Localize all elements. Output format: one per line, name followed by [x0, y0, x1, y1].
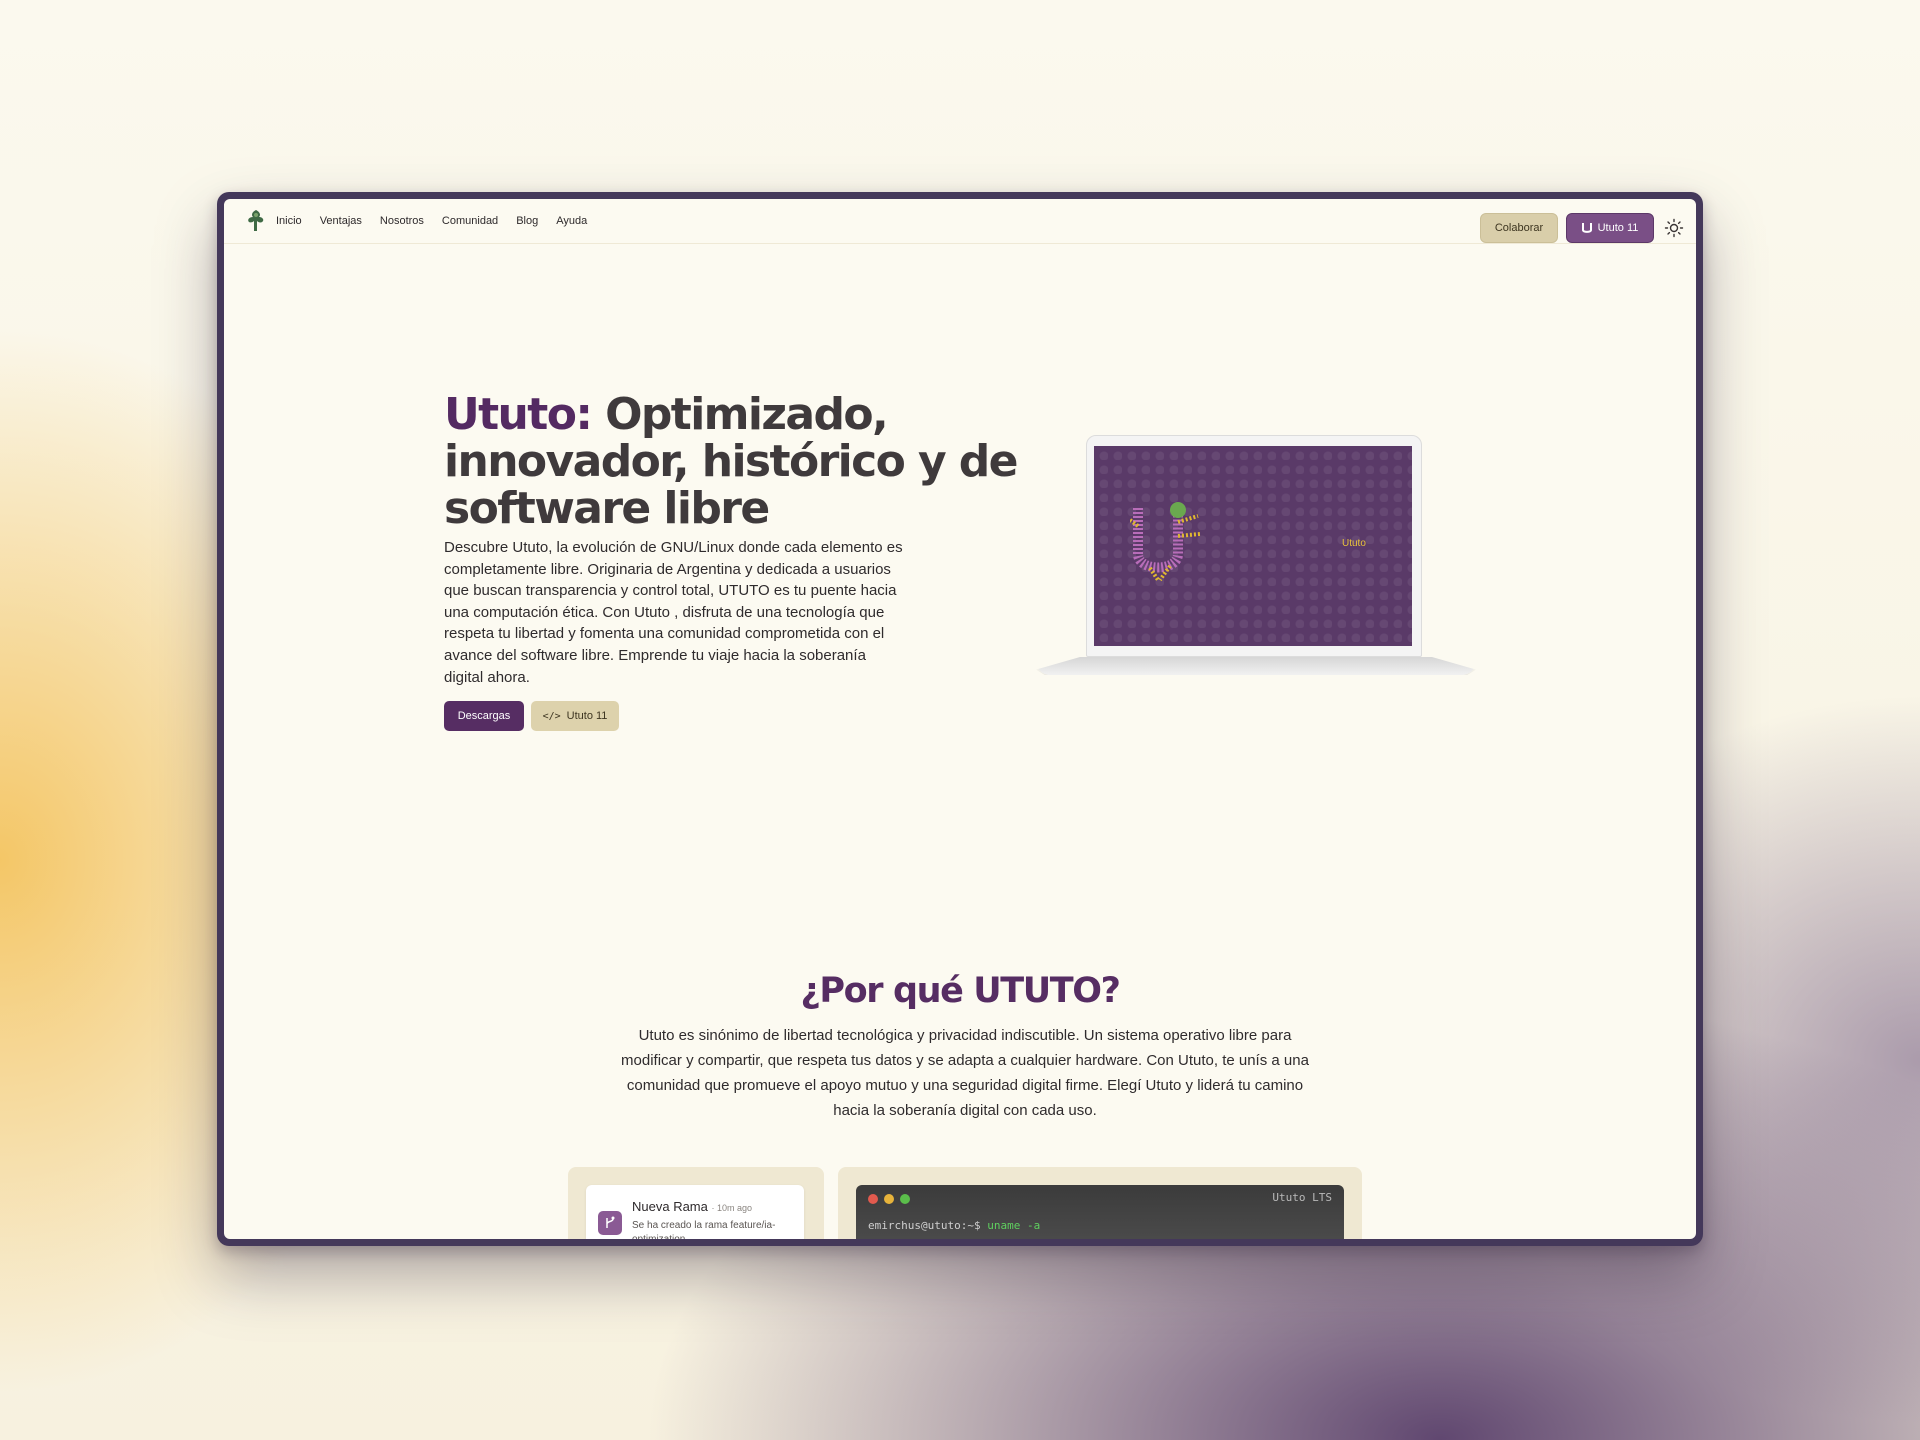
- hero-description: Descubre Ututo, la evolución de GNU/Linu…: [444, 539, 903, 686]
- notification-text: Se ha creado la rama feature/ia-optimiza…: [632, 1220, 776, 1239]
- screen-label: Ututo: [1342, 538, 1366, 549]
- nav-link-ventajas[interactable]: Ventajas: [320, 215, 362, 227]
- section-title: ¿Por qué UTUTO?: [800, 971, 1121, 1011]
- terminal-window[interactable]: Ututo LTS emirchus@ututo:~$ uname -a: [856, 1185, 1344, 1239]
- nav-link-nosotros[interactable]: Nosotros: [380, 215, 424, 227]
- ututo-logo-icon[interactable]: [242, 207, 270, 235]
- nav-link-comunidad[interactable]: Comunidad: [442, 215, 498, 227]
- ututo-gecko-logo-icon: [1130, 502, 1201, 582]
- descargas-button[interactable]: Descargas: [444, 701, 524, 731]
- laptop-display: Ututo: [1094, 446, 1412, 646]
- navbar: Inicio Ventajas Nosotros Comunidad Blog …: [224, 199, 1696, 244]
- code-icon: </>: [542, 710, 561, 722]
- laptop-base: [1036, 657, 1476, 675]
- terminal-maximize-dot[interactable]: [900, 1194, 910, 1204]
- nav-links: Inicio Ventajas Nosotros Comunidad Blog …: [276, 199, 587, 243]
- laptop-illustration: Ututo: [1036, 435, 1476, 695]
- terminal-line: emirchus@ututo:~$ uname -a: [868, 1219, 1040, 1232]
- browser-frame: Inicio Ventajas Nosotros Comunidad Blog …: [217, 192, 1703, 1246]
- terminal-command: uname -a: [987, 1219, 1041, 1232]
- section-description: Ututo es sinónimo de libertad tecnológic…: [621, 1027, 1309, 1119]
- terminal-card: Ututo LTS emirchus@ututo:~$ uname -a: [838, 1167, 1362, 1239]
- notification-title: Nueva Rama · 10m ago: [632, 1199, 752, 1214]
- hero-title-accent: Ututo:: [444, 389, 593, 440]
- page-viewport[interactable]: Inicio Ventajas Nosotros Comunidad Blog …: [224, 199, 1696, 1239]
- ututo-u-icon: [1581, 223, 1592, 233]
- terminal-close-dot[interactable]: [868, 1194, 878, 1204]
- branch-glyph-icon: [606, 1216, 615, 1228]
- nav-link-blog[interactable]: Blog: [516, 215, 538, 227]
- colaborar-button[interactable]: Colaborar: [1480, 213, 1558, 243]
- hero-title: Ututo: Optimizado, innovador, histórico …: [444, 391, 1024, 532]
- terminal-minimize-dot[interactable]: [884, 1194, 894, 1204]
- sun-icon[interactable]: [1664, 218, 1684, 238]
- notification-card: Nueva Rama · 10m ago Se ha creado la ram…: [568, 1167, 824, 1239]
- notification-title-text: Nueva Rama: [632, 1199, 708, 1214]
- ututo11-button[interactable]: Ututo 11: [1566, 213, 1654, 243]
- notification-time: · 10m ago: [711, 1203, 753, 1213]
- git-branch-icon: [598, 1211, 622, 1235]
- terminal-title: Ututo LTS: [1272, 1191, 1332, 1204]
- ututo11-button-label: Ututo 11: [1597, 222, 1639, 234]
- nav-link-inicio[interactable]: Inicio: [276, 215, 302, 227]
- nav-link-ayuda[interactable]: Ayuda: [556, 215, 587, 227]
- ututo11-code-button[interactable]: </> Ututo 11: [531, 701, 619, 731]
- terminal-prompt: emirchus@ututo:~$: [868, 1219, 981, 1232]
- ututo11-code-button-label: Ututo 11: [566, 710, 608, 722]
- notification[interactable]: Nueva Rama · 10m ago Se ha creado la ram…: [586, 1185, 804, 1239]
- laptop-lid: Ututo: [1086, 435, 1422, 657]
